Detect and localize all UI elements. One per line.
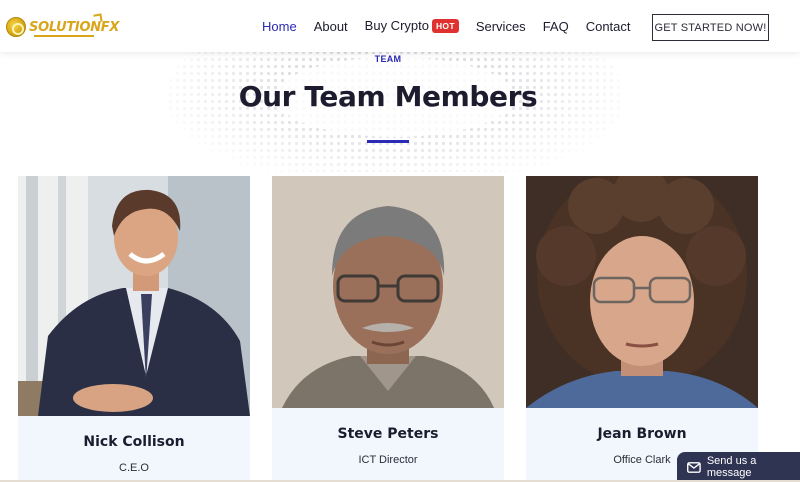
- member-info: Steve Peters ICT Director: [272, 408, 504, 480]
- envelope-icon: [687, 461, 701, 473]
- team-card-nick-collison[interactable]: Nick Collison C.E.O: [18, 176, 250, 480]
- member-role: C.E.O: [119, 462, 149, 474]
- member-photo: [272, 176, 504, 408]
- section-eyebrow: TEAM: [374, 54, 402, 64]
- get-started-button[interactable]: GET STARTED NOW!: [652, 14, 769, 41]
- member-name: Steve Peters: [337, 426, 439, 442]
- hot-badge: HOT: [431, 19, 459, 33]
- main-nav: Home About Buy Crypto HOT Services FAQ Co…: [262, 18, 648, 34]
- member-info: Nick Collison C.E.O: [18, 416, 250, 480]
- nav-item-buy-crypto-label: Buy Crypto: [364, 18, 429, 33]
- member-name: Jean Brown: [597, 426, 687, 442]
- brand-logo[interactable]: SOLUTIONFX: [6, 13, 119, 41]
- nav-item-buy-crypto[interactable]: Buy Crypto HOT: [365, 18, 459, 34]
- brand-logo-text: SOLUTIONFX: [29, 19, 120, 35]
- nav-item-home[interactable]: Home: [262, 19, 297, 34]
- member-role: ICT Director: [358, 454, 418, 466]
- logo-swoosh-icon: [93, 13, 103, 23]
- chat-label: Send us a message: [706, 455, 757, 479]
- member-name: Nick Collison: [83, 434, 185, 450]
- nav-item-contact[interactable]: Contact: [586, 19, 631, 34]
- member-photo: [526, 176, 758, 408]
- member-photo: [18, 176, 250, 416]
- team-card-jean-brown[interactable]: Jean Brown Office Clark: [526, 176, 758, 480]
- logo-underline: [34, 35, 94, 37]
- send-message-chat-button[interactable]: Send us a message: [677, 452, 800, 482]
- site-header: SOLUTIONFX Home About Buy Crypto HOT Serv…: [0, 0, 800, 52]
- team-card-steve-peters[interactable]: Steve Peters ICT Director: [272, 176, 504, 480]
- coin-logo-icon: [6, 17, 26, 37]
- nav-item-faq[interactable]: FAQ: [543, 19, 569, 34]
- section-title: Our Team Members: [238, 80, 538, 113]
- nav-item-services[interactable]: Services: [476, 19, 526, 34]
- nav-item-about[interactable]: About: [314, 19, 348, 34]
- title-underline: [367, 140, 409, 143]
